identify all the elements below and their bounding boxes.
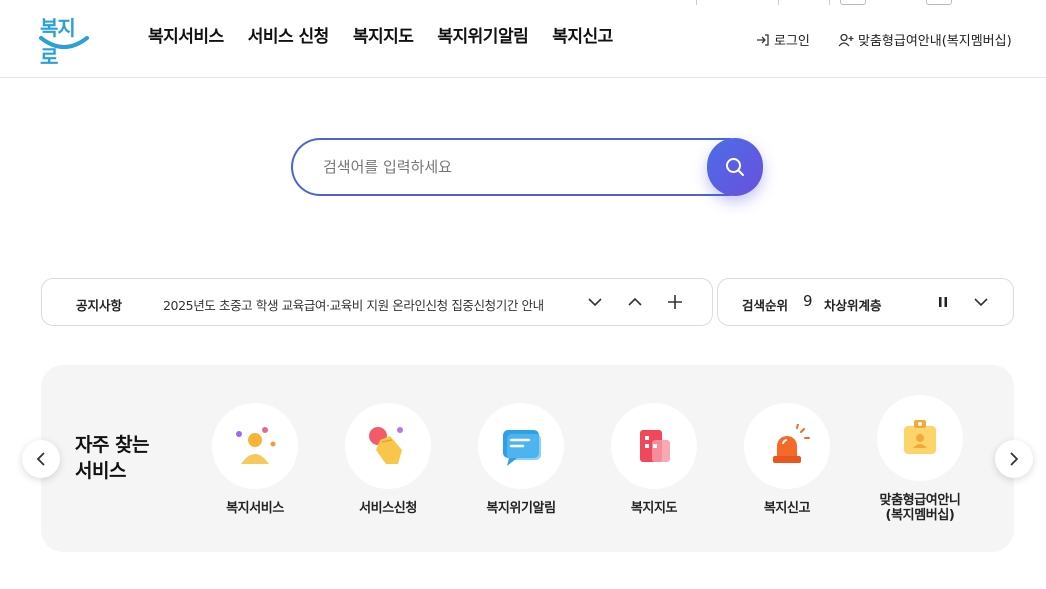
notice-text[interactable]: 2025년도 초중고 학생 교육급여·교육비 지원 온라인신청 집중신청기간 안… <box>163 295 544 314</box>
service-welfare-map[interactable]: 복지지도 <box>594 403 714 516</box>
login-icon <box>757 33 769 46</box>
logo-smile-icon <box>39 36 89 49</box>
siren-icon <box>773 424 810 463</box>
notice-prev-button[interactable] <box>624 291 646 313</box>
chevron-down-icon <box>588 298 602 307</box>
hand-pointer-icon <box>369 427 403 464</box>
site-logo[interactable]: 복지로 <box>38 12 92 69</box>
service-welfare[interactable]: 복지서비스 <box>195 403 315 516</box>
person-icon <box>236 427 276 464</box>
font-size-up-button[interactable] <box>926 0 953 5</box>
top-utility-bar <box>640 0 953 5</box>
nav-welfare-service[interactable]: 복지서비스 <box>148 22 224 47</box>
service-label: 맞춤형급여안니 (복지멤버십) <box>879 493 961 523</box>
notice-bar: 공지사항 2025년도 초중고 학생 교육급여·교육비 지원 온라인신청 집중신… <box>41 278 713 326</box>
ranking-keyword[interactable]: 차상위계층 <box>824 295 882 314</box>
service-label: 복지서비스 <box>226 501 284 516</box>
map-icon <box>640 430 670 462</box>
ranking-label: 검색순위 <box>742 298 789 313</box>
service-label: 복지지도 <box>630 501 678 516</box>
plus-icon <box>668 295 682 309</box>
font-size-down-button[interactable] <box>840 0 867 5</box>
chevron-left-icon <box>36 452 45 466</box>
util-link-3[interactable] <box>789 0 831 5</box>
search-input[interactable] <box>291 138 731 196</box>
util-link-1[interactable] <box>640 0 697 5</box>
search-ranking-bar: 검색순위 9 차상위계층 <box>717 278 1014 326</box>
ranking-pause-button[interactable] <box>932 291 954 313</box>
login-label: 로그인 <box>774 34 810 49</box>
ranking-number: 9 <box>803 292 813 310</box>
service-label: 복지신고 <box>763 501 811 516</box>
search-button[interactable] <box>707 138 763 196</box>
login-link[interactable]: 로그인 <box>756 30 810 49</box>
membership-link[interactable]: 맞춤형급여안내(복지멤버십) <box>838 30 1012 49</box>
carousel-next-button[interactable] <box>995 440 1033 478</box>
nav-welfare-report[interactable]: 복지신고 <box>552 22 613 47</box>
chevron-right-icon <box>1010 452 1019 466</box>
carousel-prev-button[interactable] <box>22 440 60 478</box>
nav-service-apply[interactable]: 서비스 신청 <box>248 22 330 47</box>
service-welfare-report[interactable]: 복지신고 <box>727 403 847 516</box>
chevron-down-icon <box>974 298 988 307</box>
search-icon <box>726 158 744 176</box>
search-box <box>291 138 763 196</box>
service-label: 복지위기알림 <box>486 501 556 516</box>
ranking-expand-button[interactable] <box>970 291 992 313</box>
notice-label: 공지사항 <box>76 298 123 313</box>
frequent-services-title: 자주 찾는 서비스 <box>75 434 150 482</box>
chevron-up-icon <box>628 297 642 306</box>
notice-more-button[interactable] <box>664 291 686 313</box>
main-nav: 복지서비스 서비스 신청 복지지도 복지위기알림 복지신고 <box>148 22 637 47</box>
message-icon <box>503 430 541 466</box>
membership-label: 맞춤형급여안내(복지멤버십) <box>858 34 1012 49</box>
pause-icon <box>939 297 947 307</box>
service-apply[interactable]: 서비스신청 <box>328 403 448 516</box>
nav-crisis-alert[interactable]: 복지위기알림 <box>437 22 528 47</box>
id-badge-icon <box>904 420 936 454</box>
user-add-icon <box>838 33 854 46</box>
service-crisis-alert[interactable]: 복지위기알림 <box>461 403 581 516</box>
service-label: 서비스신청 <box>359 501 417 516</box>
notice-next-button[interactable] <box>584 291 606 313</box>
util-link-2[interactable] <box>707 0 779 5</box>
service-membership[interactable]: 맞춤형급여안니 (복지멤버십) <box>860 395 980 523</box>
frequent-services-panel: 자주 찾는 서비스 복지서비스 서비스신청 복지위기알림 복지지도 복지신고 맞… <box>41 365 1014 552</box>
nav-welfare-map[interactable]: 복지지도 <box>353 22 414 47</box>
site-header: 복지로 복지서비스 서비스 신청 복지지도 복지위기알림 복지신고 로그인 맞춤… <box>0 0 1046 78</box>
